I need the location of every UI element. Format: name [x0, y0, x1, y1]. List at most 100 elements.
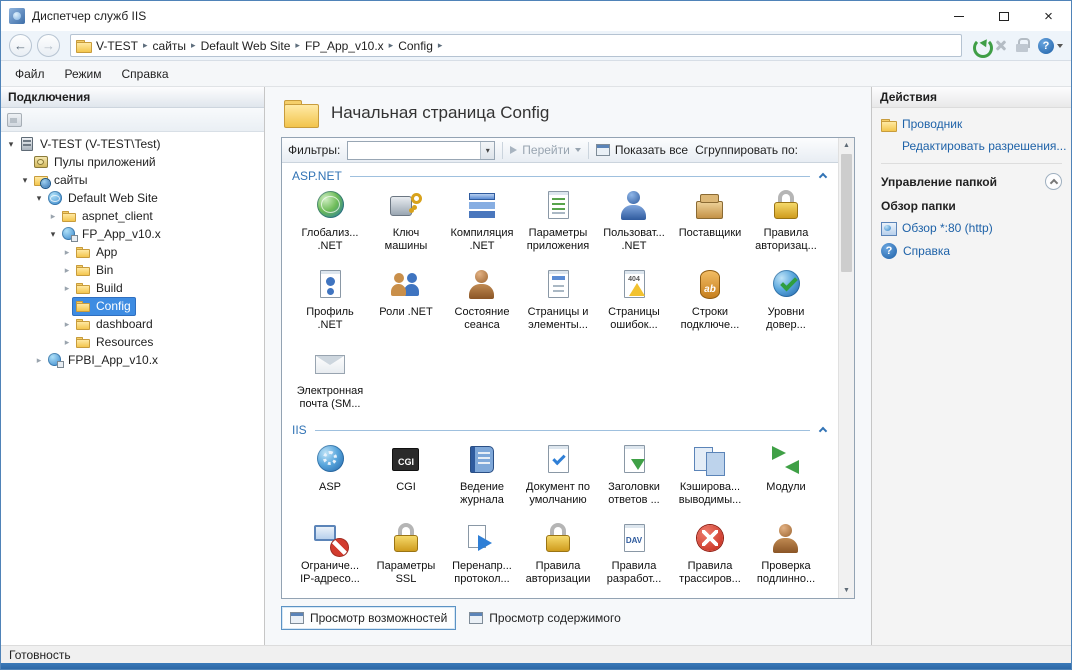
feature-auth-rules[interactable]: Правила авторизации [520, 519, 596, 586]
tree-node: FP_App_v10.x [59, 226, 165, 243]
tree-item-app[interactable]: ▸App [1, 243, 264, 261]
collapse-button[interactable] [1045, 173, 1062, 190]
feature-trust-levels[interactable]: Уровни довер... [748, 265, 824, 332]
vertical-scrollbar[interactable]: ▲ ▼ [838, 138, 854, 598]
tab-content-view[interactable]: Просмотр содержимого [460, 606, 629, 630]
breadcrumb-separator-icon[interactable]: ▸ [435, 40, 446, 51]
feature-tracing-rules[interactable]: Правила трассиров... [672, 519, 748, 586]
tree-item-app-pools[interactable]: Пулы приложений [1, 153, 264, 171]
edit-permissions-link[interactable]: Редактировать разрешения... [902, 139, 1066, 153]
back-button[interactable]: ← [9, 34, 32, 57]
menu-item[interactable]: Справка [112, 63, 179, 85]
asp-icon [312, 442, 348, 478]
connection-tool-icon[interactable] [6, 112, 22, 127]
go-button[interactable]: Перейти [510, 143, 581, 157]
expander-icon[interactable]: ▾ [47, 230, 59, 239]
feature-profile-net[interactable]: Профиль .NET [292, 265, 368, 332]
feature-connection-strings[interactable]: abСтроки подключе... [672, 265, 748, 332]
feature-http-redirect[interactable]: Перенапр... протокол... [444, 519, 520, 586]
help-link[interactable]: Справка [903, 244, 950, 258]
chevron-up-icon[interactable] [819, 427, 827, 435]
feature-output-caching[interactable]: Кэширова... выводимы... [672, 440, 748, 507]
filter-combobox[interactable]: ▾ [347, 141, 495, 160]
expander-icon[interactable]: ▸ [47, 212, 59, 221]
tree-item-server[interactable]: ▾V-TEST (V-TEST\Test) [1, 135, 264, 153]
expander-icon[interactable]: ▾ [5, 140, 17, 149]
scroll-up-icon[interactable]: ▲ [839, 138, 854, 153]
feature-roles-net[interactable]: Роли .NET [368, 265, 444, 332]
expander-icon[interactable]: ▾ [19, 176, 31, 185]
scrollbar-thumb[interactable] [841, 154, 852, 272]
breadcrumb-separator-icon[interactable]: ▸ [188, 40, 199, 51]
expander-icon[interactable]: ▸ [61, 320, 73, 329]
feature-auth-rules-net[interactable]: Правила авторизац... [748, 186, 824, 253]
go-icon [510, 146, 517, 154]
chevron-up-icon[interactable] [819, 173, 827, 181]
tree-item-build[interactable]: ▸Build [1, 279, 264, 297]
app-icon [9, 8, 25, 24]
maximize-button[interactable] [981, 1, 1026, 31]
tree-item-resources[interactable]: ▸Resources [1, 333, 264, 351]
show-all-button[interactable]: Показать все [596, 143, 688, 157]
group-by-control[interactable]: Сгруппировать по: [695, 143, 798, 157]
breadcrumb-separator-icon[interactable]: ▸ [140, 40, 151, 51]
breadcrumb-item[interactable]: Default Web Site [199, 39, 293, 53]
minimize-button[interactable] [936, 1, 981, 31]
feature-cgi[interactable]: CGICGI [368, 440, 444, 507]
feature-asp[interactable]: ASP [292, 440, 368, 507]
breadcrumb-item[interactable]: Config [396, 39, 435, 53]
tree-item-sites[interactable]: ▾сайты [1, 171, 264, 189]
feature-app-settings[interactable]: Параметры приложения [520, 186, 596, 253]
tab-features-view[interactable]: Просмотр возможностей [281, 606, 456, 630]
expander-icon[interactable]: ▸ [61, 338, 73, 347]
feature-default-document[interactable]: Документ по умолчанию [520, 440, 596, 507]
tree-item-default-web-site[interactable]: ▾Default Web Site [1, 189, 264, 207]
tree-node: сайты [31, 172, 92, 189]
tree-item-dashboard[interactable]: ▸dashboard [1, 315, 264, 333]
feature-ssl-settings[interactable]: Параметры SSL [368, 519, 444, 586]
feature-session-state[interactable]: Состояние сеанса [444, 265, 520, 332]
breadcrumb-separator-icon[interactable]: ▸ [292, 40, 303, 51]
tree-item-aspnet-client[interactable]: ▸aspnet_client [1, 207, 264, 225]
feature-smtp-email[interactable]: Электронная почта (SM... [292, 344, 368, 411]
feature-logging[interactable]: Ведение журнала [444, 440, 520, 507]
expander-icon[interactable]: ▸ [61, 284, 73, 293]
feature-providers[interactable]: Поставщики [672, 186, 748, 253]
help-menu-button[interactable]: ? [1038, 38, 1063, 54]
tree-item-fpbi-app-v10x[interactable]: ▸FPBI_App_v10.x [1, 351, 264, 369]
close-button[interactable]: × [1026, 1, 1071, 31]
breadcrumb-item[interactable]: сайты [151, 39, 189, 53]
feature-error-pages[interactable]: 404Страницы ошибок... [596, 265, 672, 332]
expander-icon[interactable]: ▸ [61, 266, 73, 275]
feature-modules[interactable]: Модули [748, 440, 824, 507]
feature-machine-key[interactable]: Ключ машины [368, 186, 444, 253]
tree-item-config[interactable]: Config [1, 297, 264, 315]
scroll-down-icon[interactable]: ▼ [839, 583, 854, 598]
breadcrumb-item[interactable]: V-TEST [94, 39, 140, 53]
explorer-link[interactable]: Проводник [902, 117, 962, 131]
breadcrumb-separator-icon[interactable]: ▸ [386, 40, 397, 51]
expander-icon[interactable]: ▸ [33, 356, 45, 365]
feature-dav-rules[interactable]: DAVПравила разработ... [596, 519, 672, 586]
menu-item[interactable]: Файл [5, 63, 55, 85]
forward-button[interactable]: → [37, 34, 60, 57]
app-body: Подключения ▾V-TEST (V-TEST\Test)Пулы пр… [1, 87, 1071, 645]
breadcrumb-item[interactable]: FP_App_v10.x [303, 39, 386, 53]
menu-item[interactable]: Режим [55, 63, 112, 85]
feature-authentication[interactable]: Проверка подлинно... [748, 519, 824, 586]
tree-item-bin[interactable]: ▸Bin [1, 261, 264, 279]
scrollbar-track[interactable] [839, 153, 854, 583]
browse-site-link[interactable]: Обзор *:80 (http) [902, 221, 993, 235]
feature-globalization-net[interactable]: Глобализ... .NET [292, 186, 368, 253]
feature-net-users[interactable]: Пользоват... .NET [596, 186, 672, 253]
tree-item-fp-app-v10x[interactable]: ▾FP_App_v10.x [1, 225, 264, 243]
feature-ip-restrictions[interactable]: Ограниче... IP-адресо... [292, 519, 368, 586]
expander-icon[interactable]: ▾ [33, 194, 45, 203]
feature-compilation-net[interactable]: Компиляция .NET [444, 186, 520, 253]
feature-pages-controls[interactable]: Страницы и элементы... [520, 265, 596, 332]
folder-icon [75, 317, 92, 332]
expander-icon[interactable]: ▸ [61, 248, 73, 257]
refresh-icon[interactable] [972, 37, 989, 54]
feature-response-headers[interactable]: Заголовки ответов ... [596, 440, 672, 507]
breadcrumb: V-TEST▸сайты▸Default Web Site▸FP_App_v10… [70, 34, 962, 57]
